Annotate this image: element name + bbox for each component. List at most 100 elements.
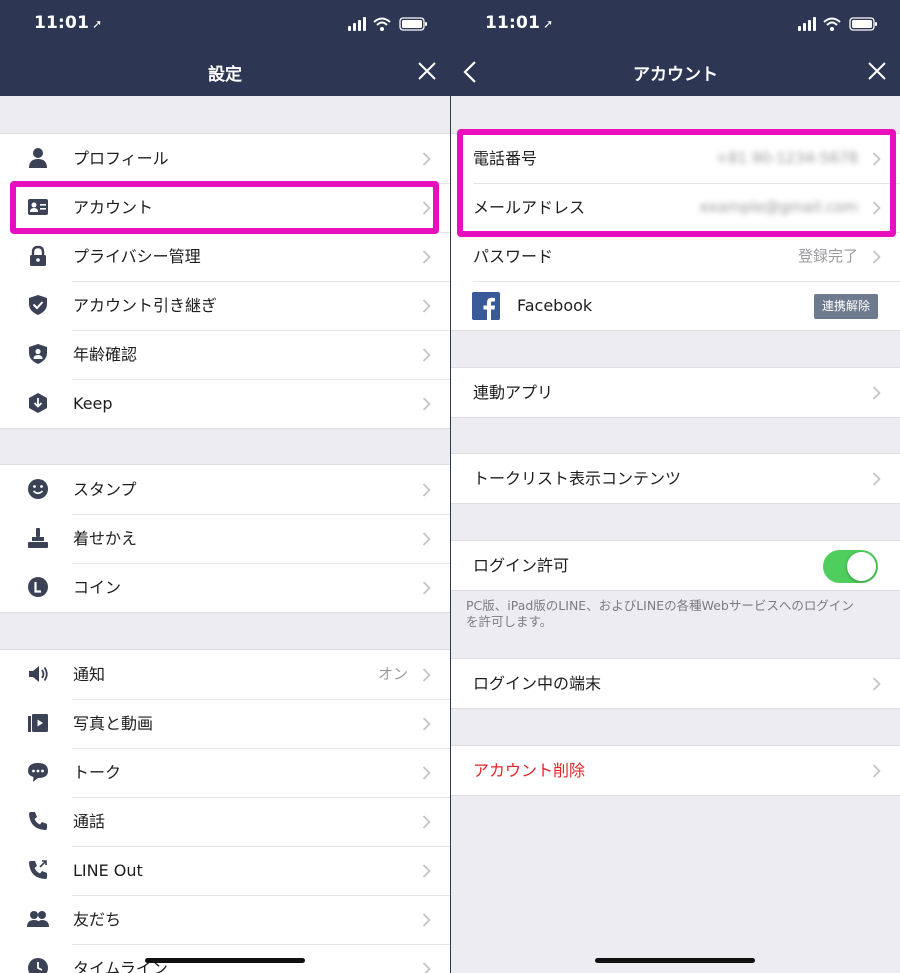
facebook-row: Facebook 連携解除 <box>451 281 900 330</box>
settings-item-age-verification[interactable]: 年齢確認 <box>0 330 450 379</box>
photo-video-icon <box>28 714 48 732</box>
login-allow-row: ログイン許可 <box>451 541 900 590</box>
chevron-right-icon <box>872 201 881 215</box>
chevron-right-icon <box>422 250 431 264</box>
friends-icon <box>27 911 49 927</box>
lock-icon <box>30 245 46 266</box>
settings-item-friends[interactable]: 友だち <box>0 895 450 944</box>
settings-item-label: Keep <box>73 394 113 413</box>
chevron-right-icon <box>422 864 431 878</box>
chevron-right-icon <box>872 250 881 264</box>
settings-group-account: プロフィール アカウント プライバシー管理 アカウント引き継ぎ 年齢確認 Kee… <box>0 133 450 429</box>
password-status: 登録完了 <box>797 247 858 265</box>
logged-in-devices-row[interactable]: ログイン中の端末 <box>451 659 900 708</box>
account-screen: 11:01 ➚ アカウント 電話番号 +81 90-1234-5678 メールアド… <box>451 0 900 973</box>
home-indicator <box>145 958 305 963</box>
talk-list-label: トークリスト表示コンテンツ <box>473 469 682 488</box>
settings-item-chats[interactable]: トーク <box>0 748 450 797</box>
delete-account-row[interactable]: アカウント削除 <box>451 746 900 795</box>
settings-item-transfer[interactable]: アカウント引き継ぎ <box>0 281 450 330</box>
chevron-right-icon <box>422 815 431 829</box>
login-allow-toggle[interactable] <box>823 550 878 583</box>
chevron-right-icon <box>422 483 431 497</box>
settings-item-label: 友だち <box>73 910 122 929</box>
facebook-label: Facebook <box>517 296 593 315</box>
phone-number-label: 電話番号 <box>473 149 538 168</box>
facebook-icon <box>472 292 500 320</box>
person-icon <box>29 148 47 168</box>
clock-icon <box>28 958 48 973</box>
chevron-right-icon <box>422 201 431 215</box>
chevron-right-icon <box>872 472 881 486</box>
chevron-right-icon <box>422 717 431 731</box>
login-note-line: PC版、iPad版のLINE、およびLINEの各種Webサービスへのログイン <box>466 598 854 613</box>
keep-icon <box>29 393 47 413</box>
phone-number-value: +81 90-1234-5678 <box>715 149 858 167</box>
id-card-icon <box>28 199 48 215</box>
devices-label: ログイン中の端末 <box>473 674 602 693</box>
status-bar: 11:01 ➚ <box>0 0 450 46</box>
settings-group-general: 通知 オン 写真と動画 トーク 通話 LINE Out 友だち タイムライン <box>0 649 450 973</box>
page-title: アカウント <box>633 65 718 85</box>
settings-item-label: 年齢確認 <box>73 345 138 364</box>
settings-item-profile[interactable]: プロフィール <box>0 134 450 183</box>
settings-item-coins[interactable]: コイン <box>0 563 450 612</box>
settings-item-stickers[interactable]: スタンプ <box>0 465 450 514</box>
settings-item-label: 着せかえ <box>73 529 138 548</box>
chevron-right-icon <box>422 532 431 546</box>
settings-item-label: プロフィール <box>73 149 169 168</box>
delete-group: アカウント削除 <box>451 745 900 796</box>
close-icon[interactable] <box>416 60 438 82</box>
settings-item-label: プライバシー管理 <box>73 247 201 266</box>
phone-icon <box>29 812 47 830</box>
phone-number-row[interactable]: 電話番号 +81 90-1234-5678 <box>451 134 900 183</box>
shield-person-icon <box>29 344 47 364</box>
chevron-right-icon <box>422 397 431 411</box>
login-allow-group: ログイン許可 <box>451 540 900 591</box>
settings-item-notifications[interactable]: 通知 オン <box>0 650 450 699</box>
settings-screen: 11:01 ➚ 設定 プロフィール アカウント プライバシー管理 アカウント引き継… <box>0 0 450 973</box>
settings-item-themes[interactable]: 着せかえ <box>0 514 450 563</box>
status-bar: 11:01 ➚ <box>451 0 900 46</box>
settings-item-line-out[interactable]: LINE Out <box>0 846 450 895</box>
smiley-icon <box>28 479 48 499</box>
settings-item-label: アカウント引き継ぎ <box>73 296 218 315</box>
talk-list-content-row[interactable]: トークリスト表示コンテンツ <box>451 454 900 503</box>
email-label: メールアドレス <box>473 198 586 217</box>
talk-list-group: トークリスト表示コンテンツ <box>451 453 900 504</box>
settings-item-label: アカウント <box>73 198 154 217</box>
phone-out-icon <box>29 860 47 879</box>
chevron-right-icon <box>422 913 431 927</box>
login-allow-label: ログイン許可 <box>473 556 570 575</box>
password-row[interactable]: パスワード 登録完了 <box>451 232 900 281</box>
login-allow-note: PC版、iPad版のLINE、およびLINEの各種Webサービスへのログイン を… <box>466 598 886 630</box>
close-icon[interactable] <box>866 60 888 82</box>
coin-icon <box>28 577 48 597</box>
email-value: example@gmail.com <box>699 198 858 216</box>
status-time: 11:01 ➚ <box>34 13 103 33</box>
email-row[interactable]: メールアドレス example@gmail.com <box>451 183 900 232</box>
linked-apps-row[interactable]: 連動アプリ <box>451 368 900 417</box>
settings-item-privacy[interactable]: プライバシー管理 <box>0 232 450 281</box>
shield-check-icon <box>29 295 47 315</box>
chevron-right-icon <box>422 962 431 973</box>
home-indicator <box>595 958 755 963</box>
settings-item-keep[interactable]: Keep <box>0 379 450 428</box>
unlink-button[interactable]: 連携解除 <box>813 294 878 319</box>
page-title: 設定 <box>208 65 242 85</box>
account-info-group: 電話番号 +81 90-1234-5678 メールアドレス example@gm… <box>451 133 900 331</box>
signal-wifi-battery-icon <box>348 15 428 33</box>
settings-item-label: トーク <box>73 763 122 782</box>
chat-bubble-icon <box>28 763 48 782</box>
settings-item-calls[interactable]: 通話 <box>0 797 450 846</box>
settings-item-label: 写真と動画 <box>73 714 154 733</box>
settings-item-label: スタンプ <box>73 480 137 499</box>
settings-item-label: 通知 <box>73 665 106 684</box>
theme-brush-icon <box>28 528 48 548</box>
settings-item-account[interactable]: アカウント <box>0 183 450 232</box>
settings-group-content: スタンプ 着せかえ コイン <box>0 464 450 613</box>
linked-apps-group: 連動アプリ <box>451 367 900 418</box>
chevron-right-icon <box>872 764 881 778</box>
status-time: 11:01 ➚ <box>485 13 554 33</box>
settings-item-photos-videos[interactable]: 写真と動画 <box>0 699 450 748</box>
